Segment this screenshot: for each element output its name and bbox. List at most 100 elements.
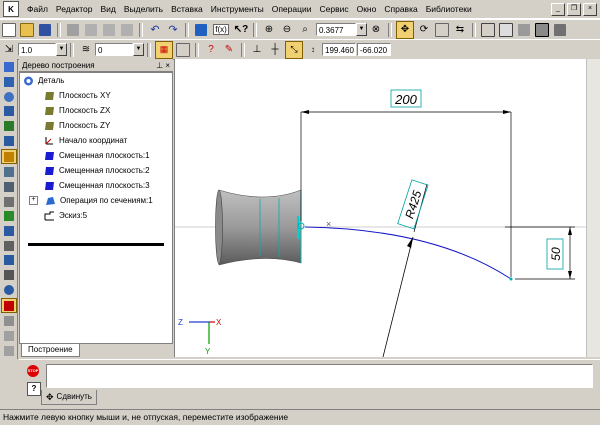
curve-icon[interactable] — [2, 181, 16, 194]
view-orientation-icon[interactable] — [434, 22, 450, 38]
extrude-icon[interactable] — [2, 76, 16, 89]
tree-item-loft-operation[interactable]: + Операция по сечениям:1 — [20, 193, 172, 208]
assembly-icon[interactable] — [2, 330, 16, 343]
tree-item-plane-xy[interactable]: Плоскость XY — [20, 88, 172, 103]
zoom-in-icon[interactable]: ⊕ — [261, 22, 277, 38]
layer-field[interactable]: 0 — [95, 43, 133, 56]
manager-icon[interactable] — [193, 22, 209, 38]
line-scale-combo[interactable]: 1.0 ▼ — [18, 43, 67, 56]
local-cs-icon[interactable] — [175, 42, 191, 58]
rotate-icon[interactable]: ⟳ — [416, 22, 432, 38]
shaded-icon[interactable] — [516, 22, 532, 38]
chevron-down-icon[interactable]: ▼ — [133, 43, 144, 56]
wireframe-icon[interactable] — [480, 22, 496, 38]
paste-icon[interactable] — [119, 22, 135, 38]
menu-tools[interactable]: Инструменты — [207, 4, 268, 14]
chevron-down-icon[interactable]: ▼ — [56, 43, 67, 56]
vertical-scrollbar[interactable] — [586, 59, 600, 357]
active-tool-icon[interactable] — [0, 149, 17, 164]
tree-item-plane-zy[interactable]: Плоскость ZY — [20, 118, 172, 133]
minimize-button[interactable]: _ — [551, 2, 565, 16]
menu-edit[interactable]: Редактор — [52, 4, 97, 14]
grid-icon[interactable]: ▦ — [155, 40, 173, 59]
refresh-icon[interactable]: ⇆ — [452, 22, 468, 38]
eraser-icon[interactable]: ✎ — [221, 42, 237, 58]
zoom-combo[interactable]: 0.3677 ▼ — [316, 23, 367, 36]
menu-file[interactable]: Файл — [23, 4, 52, 14]
sweep-icon[interactable] — [2, 120, 16, 133]
tree-item-label: Начало координат — [59, 136, 128, 145]
new-icon[interactable] — [1, 22, 17, 38]
perspective-icon[interactable] — [552, 22, 568, 38]
fillet-icon[interactable] — [2, 195, 16, 208]
tab-pan[interactable]: ✥ Сдвинуть — [41, 390, 97, 405]
restore-button[interactable]: ❐ — [567, 2, 581, 16]
expand-icon[interactable]: + — [29, 196, 38, 205]
chevron-down-icon[interactable]: ▼ — [356, 23, 367, 36]
open-icon[interactable] — [19, 22, 35, 38]
stop-icon[interactable]: STOP — [27, 365, 39, 377]
measure-icon[interactable] — [2, 239, 16, 252]
tree-item-offset-plane-3[interactable]: Смещенная плоскость:3 — [20, 178, 172, 193]
array-icon[interactable] — [2, 225, 16, 238]
surface-icon[interactable] — [2, 166, 16, 179]
coordinates-icon[interactable]: ↕ — [305, 42, 321, 58]
app-icon[interactable]: K — [3, 1, 19, 17]
orthogonal-icon[interactable]: ⊥ — [249, 42, 265, 58]
drawing-canvas[interactable]: × 200 R425 50 Z X Y — [174, 59, 587, 358]
menu-window[interactable]: Окно — [353, 4, 381, 14]
pin-close-icon[interactable]: ⊥ × — [156, 61, 170, 70]
tab-construction[interactable]: Построение — [21, 344, 80, 357]
undo-icon[interactable]: ↶ — [147, 22, 163, 38]
menu-service[interactable]: Сервис — [315, 4, 352, 14]
ortho-mode-icon[interactable]: ┼ — [267, 42, 283, 58]
tree-item-offset-plane-2[interactable]: Смещенная плоскость:2 — [20, 163, 172, 178]
layer-combo[interactable]: 0 ▼ — [95, 43, 144, 56]
save-icon[interactable] — [37, 22, 53, 38]
spec-icon[interactable] — [2, 269, 16, 282]
revolve-icon[interactable] — [2, 90, 16, 103]
cursor-mode-icon[interactable]: ⤡ — [285, 40, 303, 59]
zoom-all-icon[interactable]: ⊗ — [368, 22, 384, 38]
snap-icon[interactable]: ? — [203, 42, 219, 58]
edit-tool-icon[interactable] — [2, 315, 16, 328]
variables-icon[interactable]: f(x) — [211, 22, 231, 38]
line-scale-field[interactable]: 1.0 — [18, 43, 56, 56]
filter-icon[interactable] — [2, 254, 16, 267]
menu-operations[interactable]: Операции — [268, 4, 316, 14]
object-icon[interactable] — [2, 284, 16, 297]
line-style-icon[interactable]: ⇲ — [1, 42, 17, 58]
close-button[interactable]: × — [583, 2, 597, 16]
menu-help[interactable]: Справка — [380, 4, 421, 14]
help-cursor-icon[interactable]: ↖? — [233, 22, 249, 38]
tree-item-origin[interactable]: Начало координат — [20, 133, 172, 148]
help-icon[interactable]: ? — [27, 382, 41, 396]
menu-insert[interactable]: Вставка — [167, 4, 207, 14]
zoom-window-icon[interactable]: ⌕ — [297, 22, 313, 38]
tree-item-offset-plane-1[interactable]: Смещенная плоскость:1 — [20, 148, 172, 163]
library-icon[interactable] — [2, 344, 16, 357]
copy-icon[interactable] — [101, 22, 117, 38]
coord-x-field[interactable]: 199.460 — [322, 43, 356, 56]
geometry-icon[interactable] — [2, 61, 16, 74]
menu-view[interactable]: Вид — [97, 4, 120, 14]
hidden-lines-icon[interactable] — [498, 22, 514, 38]
menu-libraries[interactable]: Библиотеки — [422, 4, 476, 14]
coord-y-field[interactable]: -66.020 — [357, 43, 391, 56]
zoom-field[interactable]: 0.3677 — [316, 23, 356, 36]
tree-item-plane-zx[interactable]: Плоскость ZX — [20, 103, 172, 118]
cut-icon[interactable] — [83, 22, 99, 38]
redo-icon[interactable]: ↷ — [165, 22, 181, 38]
tree-item-sketch-5[interactable]: Эскиз:5 — [20, 208, 172, 223]
print-icon[interactable] — [65, 22, 81, 38]
sheet-metal-icon[interactable] — [0, 298, 17, 313]
sketch-icon[interactable] — [2, 135, 16, 148]
loft-icon[interactable] — [2, 105, 16, 118]
chamfer-icon[interactable] — [2, 210, 16, 223]
menu-select[interactable]: Выделить — [120, 4, 167, 14]
zoom-out-icon[interactable]: ⊖ — [279, 22, 295, 38]
layers-icon[interactable]: ≋ — [78, 42, 94, 58]
tree-root[interactable]: Деталь — [20, 73, 172, 88]
pan-icon[interactable]: ✥ — [396, 20, 414, 39]
shaded-edges-icon[interactable] — [534, 22, 550, 38]
